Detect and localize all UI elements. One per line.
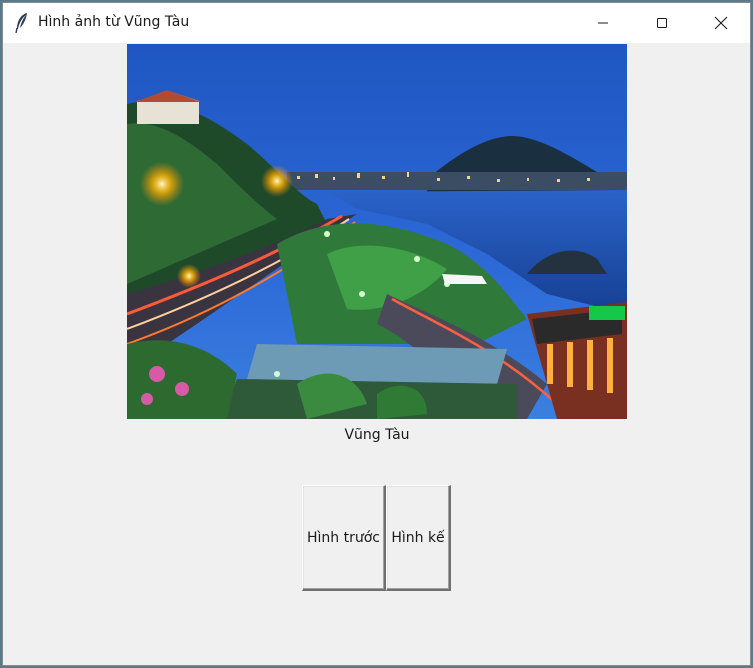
photo-caption: Vũng Tàu	[344, 427, 410, 443]
title-bar[interactable]: Hình ảnh từ Vũng Tàu	[3, 3, 750, 43]
minimize-button[interactable]	[574, 3, 632, 43]
vung-tau-photo	[127, 44, 627, 419]
window-title: Hình ảnh từ Vũng Tàu	[38, 14, 190, 30]
previous-image-button[interactable]: Hình trước	[302, 485, 386, 591]
minimize-icon	[597, 17, 609, 29]
navigation-buttons: Hình trước Hình kế	[302, 485, 451, 593]
maximize-button[interactable]	[633, 3, 691, 43]
app-window: Hình ảnh từ Vũng Tàu Vũng Tàu Hình trước…	[2, 2, 751, 666]
feather-icon	[14, 12, 30, 34]
next-image-button[interactable]: Hình kế	[386, 485, 451, 591]
close-icon	[714, 16, 728, 30]
close-button[interactable]	[692, 3, 750, 43]
maximize-icon	[656, 17, 668, 29]
window-content: Vũng Tàu Hình trước Hình kế	[3, 43, 750, 665]
